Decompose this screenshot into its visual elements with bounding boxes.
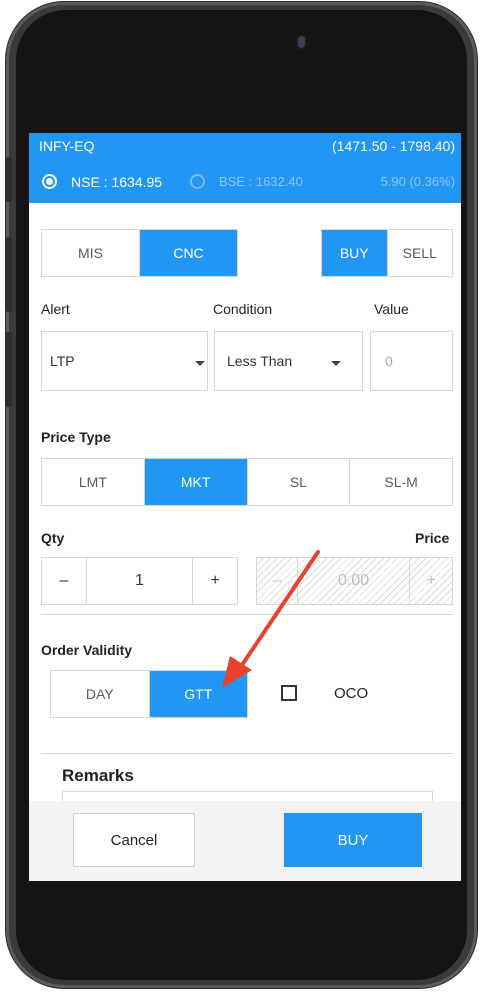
annotation-arrow-icon [222,550,320,688]
